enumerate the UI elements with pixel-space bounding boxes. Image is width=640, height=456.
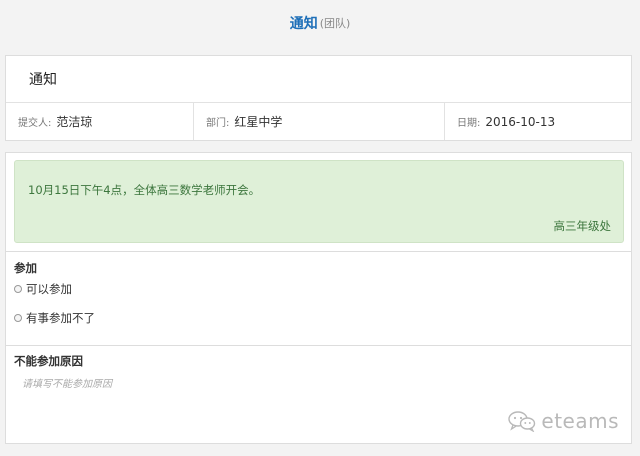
radio-can-attend[interactable]: 可以参加 — [14, 281, 72, 297]
radio-can-attend-label: 可以参加 — [26, 282, 72, 296]
date-label: 日期: — [457, 118, 481, 129]
radio-cannot-attend[interactable]: 有事参加不了 — [14, 310, 95, 326]
notice-message: 10月15日下午4点，全体高三数学老师开会。 — [28, 183, 261, 197]
divider — [6, 251, 631, 252]
attend-label: 参加 — [14, 261, 37, 275]
notice-info-card: 通知 提交人: 范洁琼 部门: 红星中学 日期: 2016-10-13 — [5, 55, 632, 141]
submitter-cell: 提交人: 范洁琼 — [6, 103, 194, 140]
radio-icon[interactable] — [14, 285, 22, 293]
date-value: 2016-10-13 — [485, 114, 556, 129]
submitter-value: 范洁琼 — [56, 115, 93, 129]
radio-cannot-attend-label: 有事参加不了 — [26, 311, 95, 325]
submitter-label: 提交人: — [18, 118, 52, 129]
department-value: 红星中学 — [234, 115, 283, 129]
notice-message-box: 10月15日下午4点，全体高三数学老师开会。 高三年级处 — [14, 160, 624, 243]
department-label: 部门: — [206, 118, 230, 129]
date-cell: 日期: 2016-10-13 — [445, 103, 631, 140]
watermark-text: eteams — [541, 409, 619, 433]
radio-icon[interactable] — [14, 314, 22, 322]
divider — [6, 345, 631, 346]
reason-input[interactable] — [16, 375, 428, 393]
response-form-card: 10月15日下午4点，全体高三数学老师开会。 高三年级处 参加 可以参加 有事参… — [5, 152, 632, 444]
watermark: eteams — [508, 409, 619, 433]
page-subtitle: (团队) — [319, 17, 351, 30]
department-cell: 部门: 红星中学 — [194, 103, 445, 140]
notice-sender: 高三年级处 — [553, 219, 612, 233]
page-header: 通知 (团队) — [0, 0, 640, 46]
page-title: 通知 — [289, 16, 318, 32]
reason-label: 不能参加原因 — [14, 354, 83, 368]
wechat-icon — [508, 411, 536, 432]
card-heading: 通知 — [6, 56, 631, 103]
meta-row: 提交人: 范洁琼 部门: 红星中学 日期: 2016-10-13 — [6, 103, 631, 140]
